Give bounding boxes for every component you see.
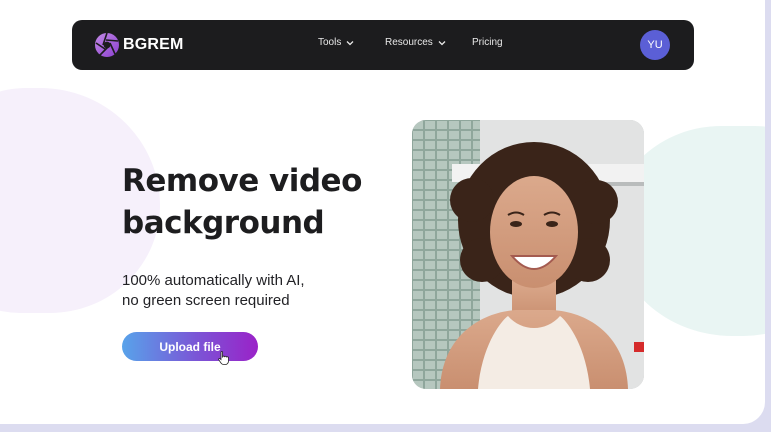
page-frame: BGREM Tools Resources Pricing YU Remove …: [0, 0, 765, 424]
brand-name: BGREM: [123, 36, 184, 53]
hand-pointer-cursor-icon: [218, 351, 229, 365]
nav-item-resources[interactable]: Resources: [385, 37, 446, 48]
nav-item-pricing[interactable]: Pricing: [472, 37, 503, 48]
chevron-down-icon: [438, 40, 446, 45]
brand-logo[interactable]: BGREM: [94, 32, 184, 58]
nav-item-tools[interactable]: Tools: [318, 37, 354, 48]
video-preview: [412, 120, 644, 389]
nav-item-label: Resources: [385, 37, 433, 48]
title-line: Remove video: [122, 163, 362, 199]
nav-item-label: Tools: [318, 37, 342, 48]
hero-subtitle: 100% automatically with AI, no green scr…: [122, 271, 382, 311]
video-preview-image: [412, 120, 644, 389]
top-navbar: BGREM Tools Resources Pricing YU: [72, 20, 694, 70]
page-title: Remove video background: [122, 160, 392, 244]
subtitle-line: 100% automatically with AI,: [122, 272, 305, 289]
aperture-logo-icon: [95, 32, 119, 57]
upload-file-button[interactable]: Upload file: [122, 332, 258, 361]
chevron-down-icon: [346, 40, 354, 45]
title-line: background: [122, 205, 325, 241]
user-avatar[interactable]: YU: [640, 30, 670, 60]
subtitle-line: no green screen required: [122, 292, 290, 309]
nav-item-label: Pricing: [472, 37, 503, 48]
